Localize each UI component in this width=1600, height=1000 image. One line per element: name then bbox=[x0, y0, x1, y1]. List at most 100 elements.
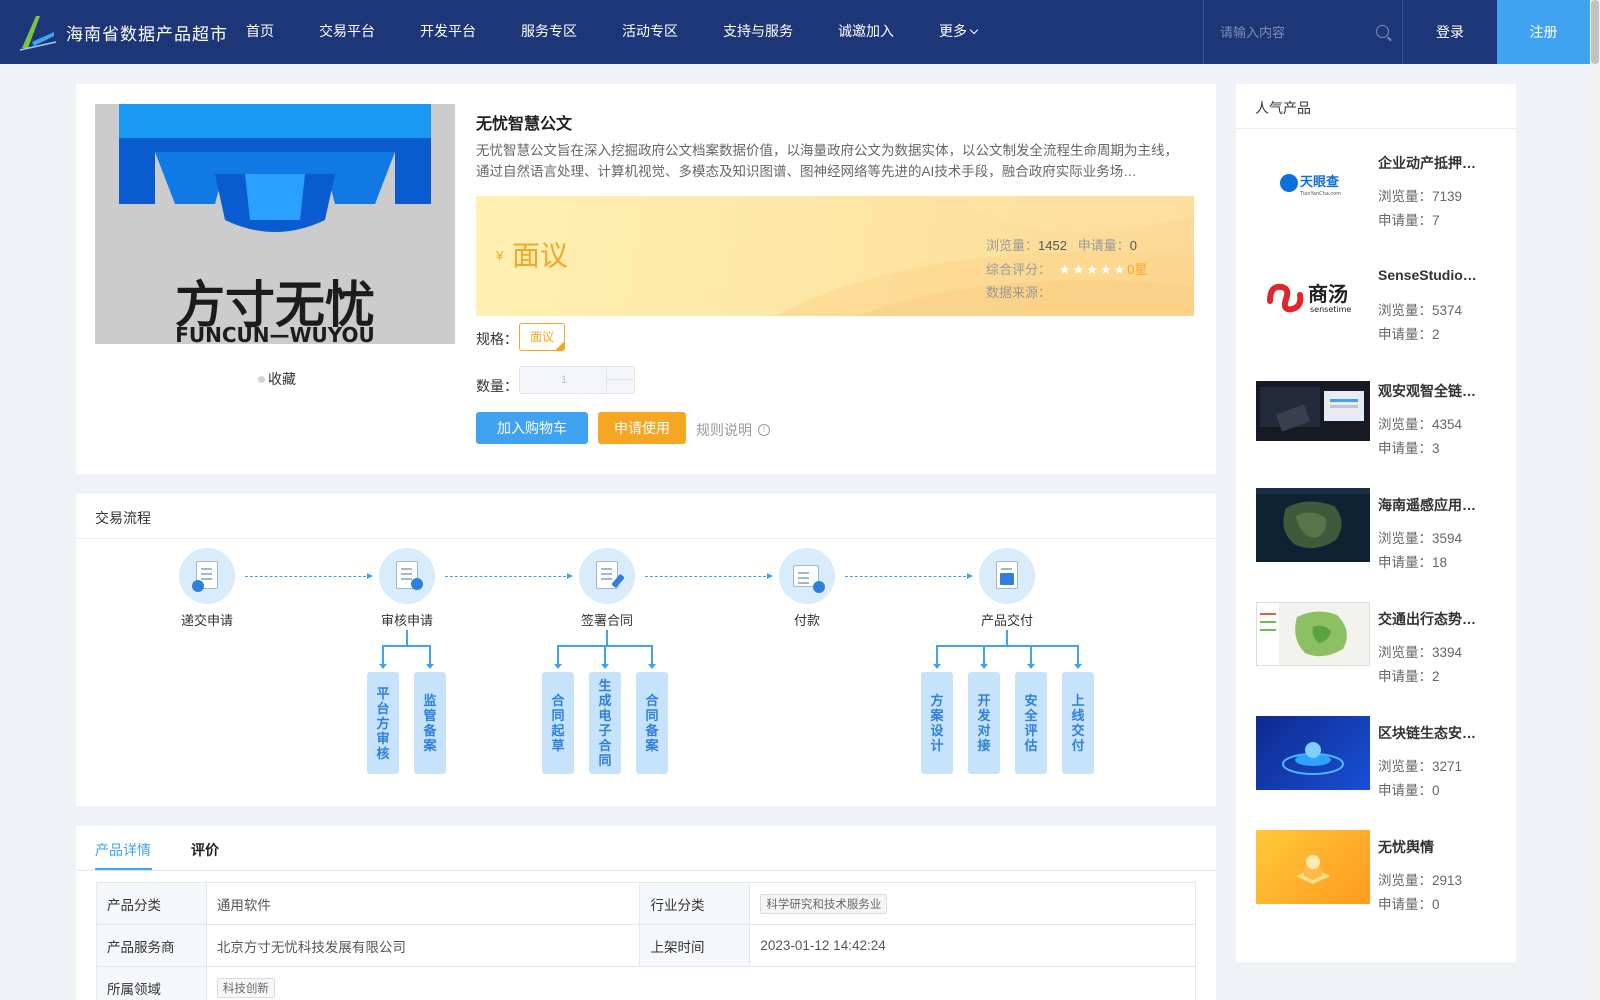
apply-button[interactable]: 申请使用 bbox=[598, 412, 686, 444]
tree-line bbox=[426, 645, 434, 669]
review-icon bbox=[379, 548, 435, 604]
table-key: 上架时间 bbox=[639, 924, 751, 967]
sub-step-box: 合同起草 bbox=[542, 672, 574, 774]
star-icon bbox=[258, 375, 265, 383]
tree-line bbox=[379, 645, 387, 669]
applies-value: 0 bbox=[1129, 238, 1138, 253]
tab-product-details[interactable]: 产品详情 bbox=[95, 840, 151, 860]
product-name: 企业动产抵押… bbox=[1378, 155, 1476, 171]
table-value-cell: 科技创新 bbox=[205, 966, 1197, 1000]
tree-line bbox=[933, 645, 941, 669]
applies-label: 申请量： bbox=[1077, 238, 1130, 253]
rating-label: 综合评分： bbox=[986, 261, 1052, 277]
table-key: 产品分类 bbox=[96, 882, 207, 925]
sub-step-label: 平台方审核 bbox=[376, 685, 390, 761]
flow-arrow bbox=[845, 573, 973, 579]
rating-stars-icon: ★★★★★ bbox=[1059, 261, 1128, 277]
product-applies: 申请量：3 bbox=[1378, 441, 1440, 456]
popular-product-item[interactable]: 区块链生态安… 浏览量：3271 申请量：0 bbox=[1256, 716, 1506, 823]
spec-option[interactable]: 面议 bbox=[519, 323, 565, 351]
nav-dev-platform[interactable]: 开发平台 bbox=[420, 0, 476, 64]
product-views: 浏览量：3394 bbox=[1378, 645, 1463, 660]
popular-product-item[interactable]: 天眼查 TianYanCha.com 企业动产抵押… 浏览量：7139 申请量：… bbox=[1256, 153, 1506, 253]
table-row: 产品服务商 北京方寸无忧科技发展有限公司 上架时间 2023-01-12 14:… bbox=[96, 924, 1196, 967]
sub-step-box: 平台方审核 bbox=[367, 672, 399, 774]
sub-step-box: 方案设计 bbox=[921, 672, 953, 774]
rules-link[interactable]: 规则说明! bbox=[696, 420, 770, 440]
sub-step-label: 安全评估 bbox=[1024, 693, 1038, 753]
table-value: 2023-01-12 14:42:24 bbox=[749, 924, 1196, 967]
product-views: 浏览量：7139 bbox=[1378, 189, 1463, 204]
product-thumbnail bbox=[1256, 381, 1370, 441]
popular-products-sidebar: 人气产品 天眼查 TianYanCha.com 企业动产抵押… 浏览量：7139… bbox=[1236, 84, 1516, 962]
nav-services[interactable]: 服务专区 bbox=[521, 0, 577, 64]
tree-line bbox=[406, 630, 408, 646]
nav-more[interactable]: 更多 bbox=[939, 0, 979, 64]
product-name: SenseStudio… bbox=[1378, 267, 1477, 283]
popular-product-item[interactable]: 交通出行态势… 浏览量：3394 申请量：2 bbox=[1256, 602, 1506, 709]
search-input[interactable] bbox=[1220, 22, 1370, 42]
product-applies: 申请量：7 bbox=[1378, 213, 1440, 228]
sub-step-box: 生成电子合同 bbox=[589, 672, 621, 774]
sub-step-box: 合同备案 bbox=[636, 672, 668, 774]
favorite-label: 收藏 bbox=[268, 371, 296, 387]
nav-trading[interactable]: 交易平台 bbox=[319, 0, 375, 64]
page-scrollbar[interactable] bbox=[1590, 0, 1600, 1000]
add-to-cart-button[interactable]: 加入购物车 bbox=[476, 412, 588, 444]
divider bbox=[76, 870, 1216, 871]
sub-step-box: 上线交付 bbox=[1062, 672, 1094, 774]
sensetime-logo-icon: 商汤 sensetime bbox=[1267, 282, 1351, 314]
site-logo-icon[interactable] bbox=[18, 12, 58, 52]
popular-product-item[interactable]: 海南遥感应用… 浏览量：3594 申请量：18 bbox=[1256, 488, 1506, 595]
traffic-map-icon bbox=[1257, 603, 1347, 665]
tree-line bbox=[606, 630, 608, 646]
product-details-card: 产品详情 评价 产品分类 通用软件 行业分类 科学研究和技术服务业 产品服务商 … bbox=[76, 826, 1216, 1000]
login-button[interactable]: 登录 bbox=[1403, 0, 1497, 64]
domain-tag: 科技创新 bbox=[216, 977, 275, 998]
table-value: 通用软件 bbox=[205, 882, 641, 925]
sub-step-box: 监管备案 bbox=[414, 672, 446, 774]
nav-home[interactable]: 首页 bbox=[246, 0, 274, 64]
details-table: 产品分类 通用软件 行业分类 科学研究和技术服务业 产品服务商 北京方寸无忧科技… bbox=[96, 882, 1197, 1000]
tree-line bbox=[601, 645, 609, 669]
flow-arrow bbox=[245, 573, 373, 579]
quantity-input[interactable] bbox=[520, 367, 608, 393]
table-value-cell: 科学研究和技术服务业 bbox=[749, 882, 1196, 925]
product-thumbnail: 天眼查 TianYanCha.com bbox=[1256, 153, 1370, 213]
page-scrollbar-thumb[interactable] bbox=[1591, 0, 1599, 64]
tree-line bbox=[980, 645, 988, 669]
quantity-decrease-button[interactable] bbox=[606, 380, 634, 393]
divider bbox=[1236, 128, 1516, 129]
site-brand-name[interactable]: 海南省数据产品超市 bbox=[66, 20, 228, 45]
product-applies: 申请量：0 bbox=[1378, 897, 1440, 912]
product-applies: 申请量：2 bbox=[1378, 327, 1440, 342]
popular-product-item[interactable]: 商汤 sensetime SenseStudio… 浏览量：5374 申请量：2 bbox=[1256, 267, 1506, 367]
blockchain-security-icon bbox=[1282, 742, 1344, 775]
favorite-button[interactable]: 收藏 bbox=[258, 369, 296, 389]
table-key: 所属领域 bbox=[96, 966, 207, 1000]
popular-product-item[interactable]: 无忧舆情 浏览量：2913 申请量：0 bbox=[1256, 830, 1506, 937]
divider bbox=[76, 538, 1216, 539]
nav-more-label: 更多 bbox=[939, 23, 967, 39]
tab-reviews[interactable]: 评价 bbox=[191, 840, 219, 860]
svg-text:TianYanCha.com: TianYanCha.com bbox=[1299, 191, 1341, 197]
flow-arrow bbox=[445, 573, 573, 579]
register-button[interactable]: 注册 bbox=[1497, 0, 1590, 64]
tree-line bbox=[1074, 645, 1082, 669]
views-label: 浏览量： bbox=[986, 238, 1039, 253]
table-key: 产品服务商 bbox=[96, 924, 207, 967]
product-name: 海南遥感应用… bbox=[1378, 497, 1476, 513]
tree-line bbox=[382, 645, 431, 647]
nav-events[interactable]: 活动专区 bbox=[622, 0, 678, 64]
product-title: 无忧智慧公文 bbox=[476, 116, 573, 133]
price-panel: ¥ 面议 浏览量：1452 申请量：0 综合评分： ★★★★★0星 数据来源： bbox=[476, 196, 1194, 316]
product-views: 浏览量：4354 bbox=[1378, 417, 1463, 432]
popular-product-item[interactable]: 观安观智全链… 浏览量：4354 申请量：3 bbox=[1256, 381, 1506, 481]
quantity-increase-button[interactable] bbox=[606, 367, 634, 380]
quantity-stepper bbox=[519, 366, 635, 394]
active-tab-indicator bbox=[95, 868, 152, 870]
search-icon[interactable] bbox=[1376, 25, 1389, 38]
nav-support[interactable]: 支持与服务 bbox=[723, 0, 793, 64]
nav-join[interactable]: 诚邀加入 bbox=[838, 0, 894, 64]
main-nav: 首页 交易平台 开发平台 服务专区 活动专区 支持与服务 诚邀加入 更多 bbox=[246, 0, 1022, 64]
